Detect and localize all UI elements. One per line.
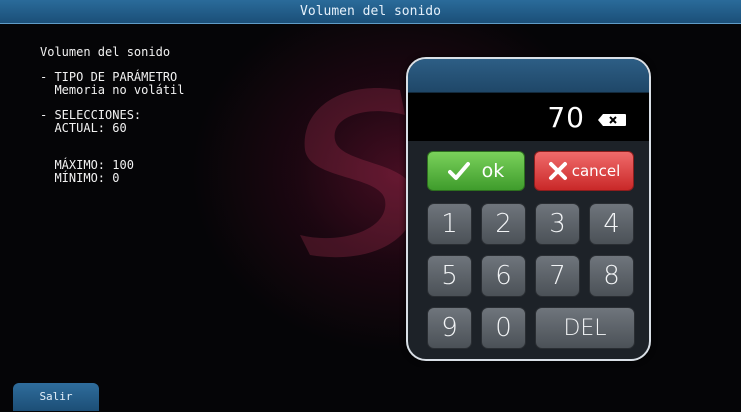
info-heading: Volumen del sonido (40, 45, 171, 59)
key-6[interactable]: 6 (481, 255, 526, 297)
current-value: ACTUAL: 60 (40, 121, 127, 135)
x-icon (548, 162, 567, 180)
exit-button[interactable]: Salir (13, 383, 99, 411)
ok-button[interactable]: ok (427, 151, 525, 191)
key-2[interactable]: 2 (481, 203, 526, 245)
key-0[interactable]: 0 (481, 307, 526, 349)
keypad-header (408, 59, 649, 93)
param-type-value: Memoria no volátil (40, 83, 185, 97)
ok-label: ok (481, 160, 505, 182)
key-8[interactable]: 8 (589, 255, 634, 297)
parameter-info: Volumen del sonido - TIPO DE PARÁMETRO M… (40, 46, 185, 185)
keypad-display: 70 (408, 93, 649, 141)
key-7[interactable]: 7 (535, 255, 580, 297)
window-title: Volumen del sonido (0, 0, 741, 24)
cancel-button[interactable]: cancel (534, 151, 634, 191)
key-5[interactable]: 5 (427, 255, 472, 297)
numeric-keypad: 70 ok cancel 1 2 3 4 5 6 7 8 9 0 DEL (406, 57, 651, 361)
key-4[interactable]: 4 (589, 203, 634, 245)
key-1[interactable]: 1 (427, 203, 472, 245)
display-value: 70 (547, 101, 585, 134)
checkmark-icon (447, 162, 470, 180)
key-3[interactable]: 3 (535, 203, 580, 245)
backspace-icon[interactable] (597, 113, 627, 127)
del-button[interactable]: DEL (535, 307, 635, 349)
key-9[interactable]: 9 (427, 307, 472, 349)
min-value: MÍNIMO: 0 (40, 171, 120, 185)
cancel-label: cancel (571, 162, 621, 180)
